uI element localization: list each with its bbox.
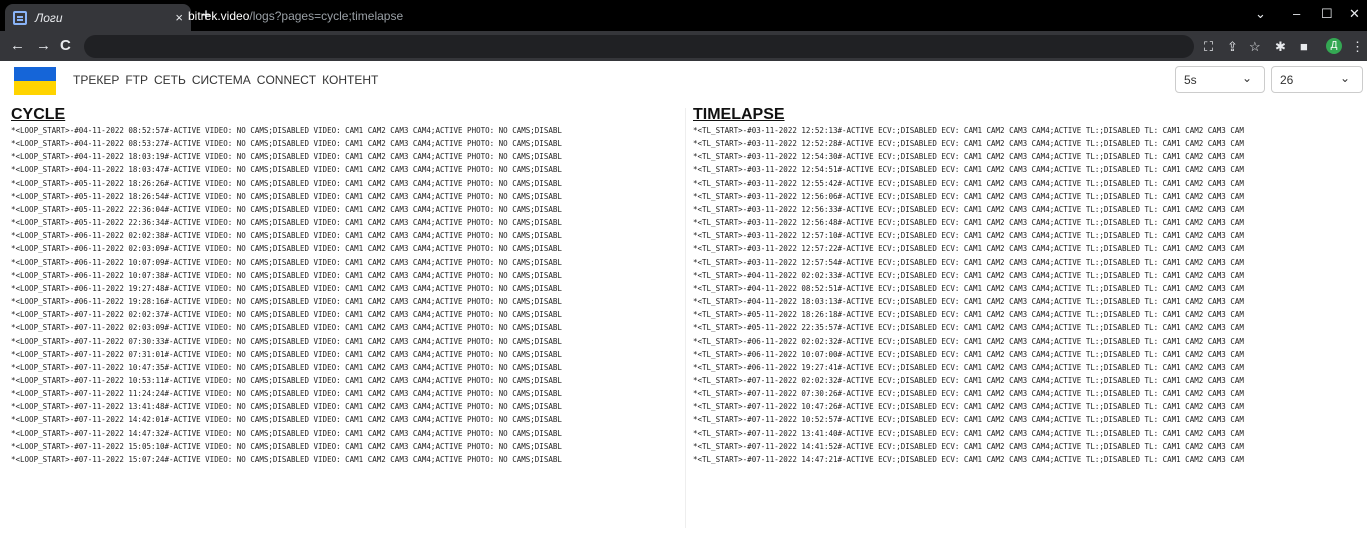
log-line: *<LOOP_START>-#06-11-2022 02:02:38#-ACTI… — [11, 231, 562, 241]
log-line: *<TL_START>-#03-11-2022 12:54:51#-ACTIVE… — [693, 165, 1244, 175]
cycle-heading: CYCLE — [11, 106, 66, 123]
log-line: *<LOOP_START>-#07-11-2022 11:24:24#-ACTI… — [11, 389, 562, 399]
log-line: *<TL_START>-#06-11-2022 19:27:41#-ACTIVE… — [693, 362, 1244, 372]
log-line: *<LOOP_START>-#07-11-2022 15:07:24#-ACTI… — [11, 454, 562, 464]
side-panel-icon[interactable]: ■ — [1300, 39, 1308, 54]
menu-item-ftp[interactable]: FTP — [125, 73, 148, 87]
log-line: *<TL_START>-#07-11-2022 10:52:57#-ACTIVE… — [693, 415, 1244, 425]
log-line: *<LOOP_START>-#06-11-2022 02:03:09#-ACTI… — [11, 244, 562, 254]
profile-avatar[interactable]: Д — [1326, 38, 1342, 54]
tab-title: Логи — [35, 10, 63, 25]
browser-toolbar: ← → C ⛶ ⇪ ☆ ✱ ■ ⋮ — [0, 31, 1367, 61]
browser-tab[interactable]: Логи × — [5, 4, 191, 31]
log-line: *<TL_START>-#04-11-2022 18:03:13#-ACTIVE… — [693, 297, 1244, 307]
log-line: *<LOOP_START>-#06-11-2022 19:27:48#-ACTI… — [11, 283, 562, 293]
log-line: *<LOOP_START>-#04-11-2022 08:53:27#-ACTI… — [11, 139, 562, 149]
minimize-button[interactable]: – — [1293, 6, 1300, 21]
menu-item-system[interactable]: СИСТЕМА — [192, 73, 251, 87]
extensions-icon[interactable]: ✱ — [1275, 39, 1286, 55]
tab-search-icon[interactable]: ⌄ — [1255, 6, 1266, 22]
forward-button[interactable]: → — [36, 38, 51, 54]
menu-dots-icon[interactable]: ⋮ — [1351, 39, 1364, 55]
menu-item-content[interactable]: КОНТЕНТ — [322, 73, 378, 87]
log-line: *<LOOP_START>-#07-11-2022 14:47:32#-ACTI… — [11, 428, 562, 438]
share-icon[interactable]: ⇪ — [1227, 39, 1238, 55]
log-line: *<LOOP_START>-#05-11-2022 18:26:26#-ACTI… — [11, 178, 562, 188]
log-line: *<LOOP_START>-#07-11-2022 15:05:10#-ACTI… — [11, 441, 562, 451]
log-line: *<TL_START>-#07-11-2022 02:02:32#-ACTIVE… — [693, 375, 1244, 385]
log-line: *<LOOP_START>-#06-11-2022 19:28:16#-ACTI… — [11, 297, 562, 307]
translate-icon[interactable]: ⛶ — [1204, 39, 1213, 55]
log-line: *<LOOP_START>-#05-11-2022 22:36:34#-ACTI… — [11, 218, 562, 228]
log-line: *<TL_START>-#03-11-2022 12:57:22#-ACTIVE… — [693, 244, 1244, 254]
log-line: *<LOOP_START>-#07-11-2022 02:03:09#-ACTI… — [11, 323, 562, 333]
timelapse-log: *<TL_START>-#03-11-2022 12:52:13#-ACTIVE… — [693, 124, 1363, 466]
log-line: *<TL_START>-#03-11-2022 12:54:30#-ACTIVE… — [693, 152, 1244, 162]
log-line: *<LOOP_START>-#06-11-2022 10:07:09#-ACTI… — [11, 257, 562, 267]
log-line: *<TL_START>-#07-11-2022 13:41:40#-ACTIVE… — [693, 428, 1244, 438]
log-line: *<LOOP_START>-#07-11-2022 10:53:11#-ACTI… — [11, 375, 562, 385]
log-line: *<LOOP_START>-#04-11-2022 08:52:57#-ACTI… — [11, 126, 562, 135]
log-line: *<TL_START>-#05-11-2022 18:26:18#-ACTIVE… — [693, 310, 1244, 320]
log-line: *<TL_START>-#04-11-2022 02:02:33#-ACTIVE… — [693, 270, 1244, 280]
log-line: *<TL_START>-#06-11-2022 10:07:00#-ACTIVE… — [693, 349, 1244, 359]
log-line: *<TL_START>-#03-11-2022 12:57:54#-ACTIVE… — [693, 257, 1244, 267]
log-line: *<TL_START>-#06-11-2022 02:02:32#-ACTIVE… — [693, 336, 1244, 346]
main-menu: ТРЕКЕР FTP СЕТЬ СИСТЕМА CONNECT КОНТЕНТ — [73, 73, 378, 87]
log-line: *<TL_START>-#03-11-2022 12:56:48#-ACTIVE… — [693, 218, 1244, 228]
maximize-button[interactable]: ☐ — [1321, 6, 1333, 22]
count-select-value: 26 — [1280, 73, 1294, 87]
log-line: *<TL_START>-#03-11-2022 12:52:13#-ACTIVE… — [693, 126, 1244, 135]
address-bar[interactable] — [84, 35, 1194, 58]
log-line: *<LOOP_START>-#07-11-2022 07:30:33#-ACTI… — [11, 336, 562, 346]
log-line: *<TL_START>-#03-11-2022 12:57:10#-ACTIVE… — [693, 231, 1244, 241]
log-line: *<LOOP_START>-#07-11-2022 07:31:01#-ACTI… — [11, 349, 562, 359]
url-path: /logs?pages=cycle;timelapse — [249, 9, 404, 23]
menu-item-connect[interactable]: CONNECT — [257, 73, 316, 87]
close-window-button[interactable]: ✕ — [1349, 6, 1360, 22]
chevron-down-icon: ⌄ — [1339, 71, 1350, 85]
log-line: *<LOOP_START>-#06-11-2022 10:07:38#-ACTI… — [11, 270, 562, 280]
url-text[interactable]: bitrek.video/logs?pages=cycle;timelapse — [188, 9, 403, 23]
log-line: *<LOOP_START>-#05-11-2022 22:36:04#-ACTI… — [11, 204, 562, 214]
menu-item-network[interactable]: СЕТЬ — [154, 73, 186, 87]
log-line: *<LOOP_START>-#07-11-2022 02:02:37#-ACTI… — [11, 310, 562, 320]
log-line: *<LOOP_START>-#04-11-2022 18:03:19#-ACTI… — [11, 152, 562, 162]
bookmark-star-icon[interactable]: ☆ — [1249, 39, 1261, 55]
chevron-down-icon: ⌄ — [1241, 71, 1252, 85]
log-line: *<TL_START>-#03-11-2022 12:55:42#-ACTIVE… — [693, 178, 1244, 188]
log-line: *<LOOP_START>-#07-11-2022 14:42:01#-ACTI… — [11, 415, 562, 425]
log-line: *<TL_START>-#07-11-2022 14:47:21#-ACTIVE… — [693, 454, 1244, 464]
tab-close-icon[interactable]: × — [175, 10, 183, 25]
log-line: *<TL_START>-#03-11-2022 12:52:28#-ACTIVE… — [693, 139, 1244, 149]
log-line: *<LOOP_START>-#07-11-2022 10:47:35#-ACTI… — [11, 362, 562, 372]
log-line: *<LOOP_START>-#07-11-2022 13:41:48#-ACTI… — [11, 402, 562, 412]
cycle-log: *<LOOP_START>-#04-11-2022 08:52:57#-ACTI… — [11, 124, 681, 466]
column-divider — [685, 108, 686, 528]
interval-select-value: 5s — [1184, 73, 1197, 87]
log-line: *<LOOP_START>-#05-11-2022 18:26:54#-ACTI… — [11, 191, 562, 201]
log-line: *<TL_START>-#03-11-2022 12:56:33#-ACTIVE… — [693, 204, 1244, 214]
count-select[interactable]: 26 ⌄ — [1271, 66, 1363, 93]
log-line: *<TL_START>-#07-11-2022 07:30:26#-ACTIVE… — [693, 389, 1244, 399]
log-line: *<LOOP_START>-#04-11-2022 18:03:47#-ACTI… — [11, 165, 562, 175]
page-icon — [13, 10, 27, 25]
ukraine-flag-logo — [14, 67, 56, 95]
timelapse-heading: TIMELAPSE — [693, 106, 785, 123]
log-line: *<TL_START>-#05-11-2022 22:35:57#-ACTIVE… — [693, 323, 1244, 333]
log-line: *<TL_START>-#07-11-2022 14:41:52#-ACTIVE… — [693, 441, 1244, 451]
reload-button[interactable]: C — [60, 38, 71, 54]
log-line: *<TL_START>-#03-11-2022 12:56:06#-ACTIVE… — [693, 191, 1244, 201]
back-button[interactable]: ← — [10, 38, 25, 54]
menu-item-tracker[interactable]: ТРЕКЕР — [73, 73, 119, 87]
interval-select[interactable]: 5s ⌄ — [1175, 66, 1265, 93]
log-line: *<TL_START>-#04-11-2022 08:52:51#-ACTIVE… — [693, 283, 1244, 293]
log-line: *<TL_START>-#07-11-2022 10:47:26#-ACTIVE… — [693, 402, 1244, 412]
url-domain: bitrek.video — [188, 9, 250, 23]
